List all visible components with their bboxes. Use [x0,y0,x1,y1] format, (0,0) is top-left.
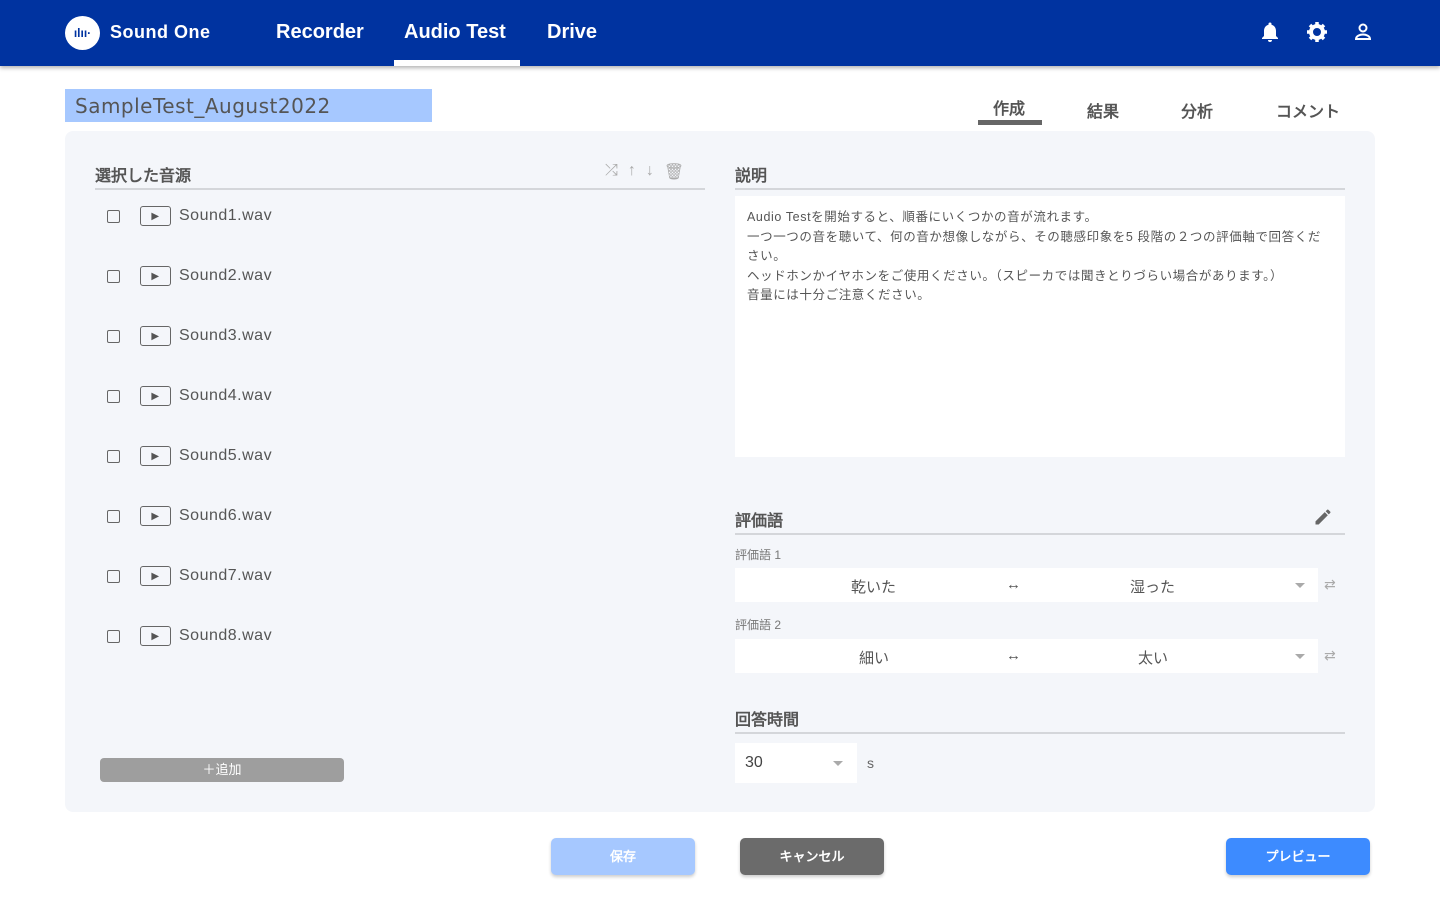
cancel-button[interactable]: キャンセル [740,838,884,875]
response-time-select[interactable]: 30 [735,743,857,783]
user-icon[interactable] [1351,20,1375,44]
source-checkbox[interactable] [107,569,120,583]
swap-icon[interactable]: ⇄ [1324,647,1336,664]
sound-one-logo[interactable]: ılıı· [65,16,100,50]
nav-drive[interactable]: Drive [547,21,597,44]
source-filename: Sound6.wav [179,507,273,524]
term-1-arrow: ↔ [1006,576,1021,593]
response-time-heading: 回答時間 [735,706,1345,734]
test-name-input[interactable] [65,89,432,122]
description-textarea[interactable]: Audio Testを開始すると、順番にいくつかの音が流れます。 一つ一つの音を… [735,196,1345,457]
nav-recorder[interactable]: Recorder [276,21,364,44]
description-heading: 説明 [735,162,1345,190]
swap-icon[interactable]: ⇄ [1324,576,1336,593]
evaluation-heading: 評価語 [735,507,1345,535]
term-2-left: 細い [859,650,890,667]
source-checkbox[interactable] [107,629,120,643]
source-filename: Sound2.wav [179,267,273,284]
trash-icon[interactable]: 🗑 [664,162,684,182]
active-nav-indicator [394,60,520,66]
response-time-value: 30 [745,754,763,771]
source-list-item: ▶ Sound1.wav [107,206,272,226]
term-2-arrow: ↔ [1006,647,1021,664]
play-icon[interactable]: ▶ [140,566,171,586]
chevron-down-icon [1295,583,1305,588]
source-checkbox[interactable] [107,269,120,283]
source-list-item: ▶ Sound2.wav [107,266,272,286]
response-time-unit: s [867,755,874,771]
chevron-down-icon [1295,654,1305,659]
chevron-down-icon [833,761,843,766]
play-icon[interactable]: ▶ [140,506,171,526]
top-nav-bar: ılıı· Sound One Recorder Audio Test Driv… [0,0,1440,66]
arrow-up-icon[interactable]: ↑ [628,162,636,182]
preview-button[interactable]: プレビュー [1226,838,1370,875]
play-icon[interactable]: ▶ [140,446,171,466]
source-checkbox[interactable] [107,509,120,523]
source-list-item: ▶ Sound3.wav [107,326,272,346]
term-2-select[interactable]: 細い ↔ 太い [735,639,1318,673]
pencil-icon[interactable] [1313,507,1333,527]
term-1-left: 乾いた [851,579,897,596]
source-checkbox[interactable] [107,209,120,223]
source-list-item: ▶ Sound8.wav [107,626,272,646]
play-icon[interactable]: ▶ [140,626,171,646]
source-checkbox[interactable] [107,389,120,403]
source-list-item: ▶ Sound5.wav [107,446,272,466]
source-filename: Sound1.wav [179,207,273,224]
source-filename: Sound7.wav [179,567,273,584]
source-filename: Sound5.wav [179,447,273,464]
bell-icon[interactable] [1258,20,1282,44]
term-2-label: 評価語 2 [735,618,782,632]
tab-create[interactable]: 作成 [993,95,1025,119]
brand-name[interactable]: Sound One [110,22,211,43]
source-filename: Sound8.wav [179,627,273,644]
term-2-right: 太い [1138,650,1169,667]
tab-comments[interactable]: コメント [1276,98,1340,122]
term-1-select[interactable]: 乾いた ↔ 湿った [735,568,1318,602]
play-icon[interactable]: ▶ [140,326,171,346]
term-1-label: 評価語 1 [735,548,782,562]
play-icon[interactable]: ▶ [140,266,171,286]
source-tools: ⤮ ↑ ↓ 🗑 [605,162,684,182]
shuffle-icon[interactable]: ⤮ [605,162,618,182]
source-checkbox[interactable] [107,449,120,463]
source-filename: Sound3.wav [179,327,273,344]
nav-audio-test[interactable]: Audio Test [404,21,506,44]
tab-results[interactable]: 結果 [1087,98,1119,122]
play-icon[interactable]: ▶ [140,386,171,406]
source-list-item: ▶ Sound7.wav [107,566,272,586]
add-source-button[interactable]: ＋追加 [100,758,344,782]
gear-icon[interactable] [1305,20,1329,44]
active-tab-indicator [978,120,1042,125]
source-list-item: ▶ Sound6.wav [107,506,272,526]
source-filename: Sound4.wav [179,387,273,404]
source-checkbox[interactable] [107,329,120,343]
source-list-item: ▶ Sound4.wav [107,386,272,406]
save-button[interactable]: 保存 [551,838,695,875]
term-1-right: 湿った [1130,579,1176,596]
arrow-down-icon[interactable]: ↓ [646,162,654,182]
play-icon[interactable]: ▶ [140,206,171,226]
tab-analysis[interactable]: 分析 [1181,98,1213,122]
